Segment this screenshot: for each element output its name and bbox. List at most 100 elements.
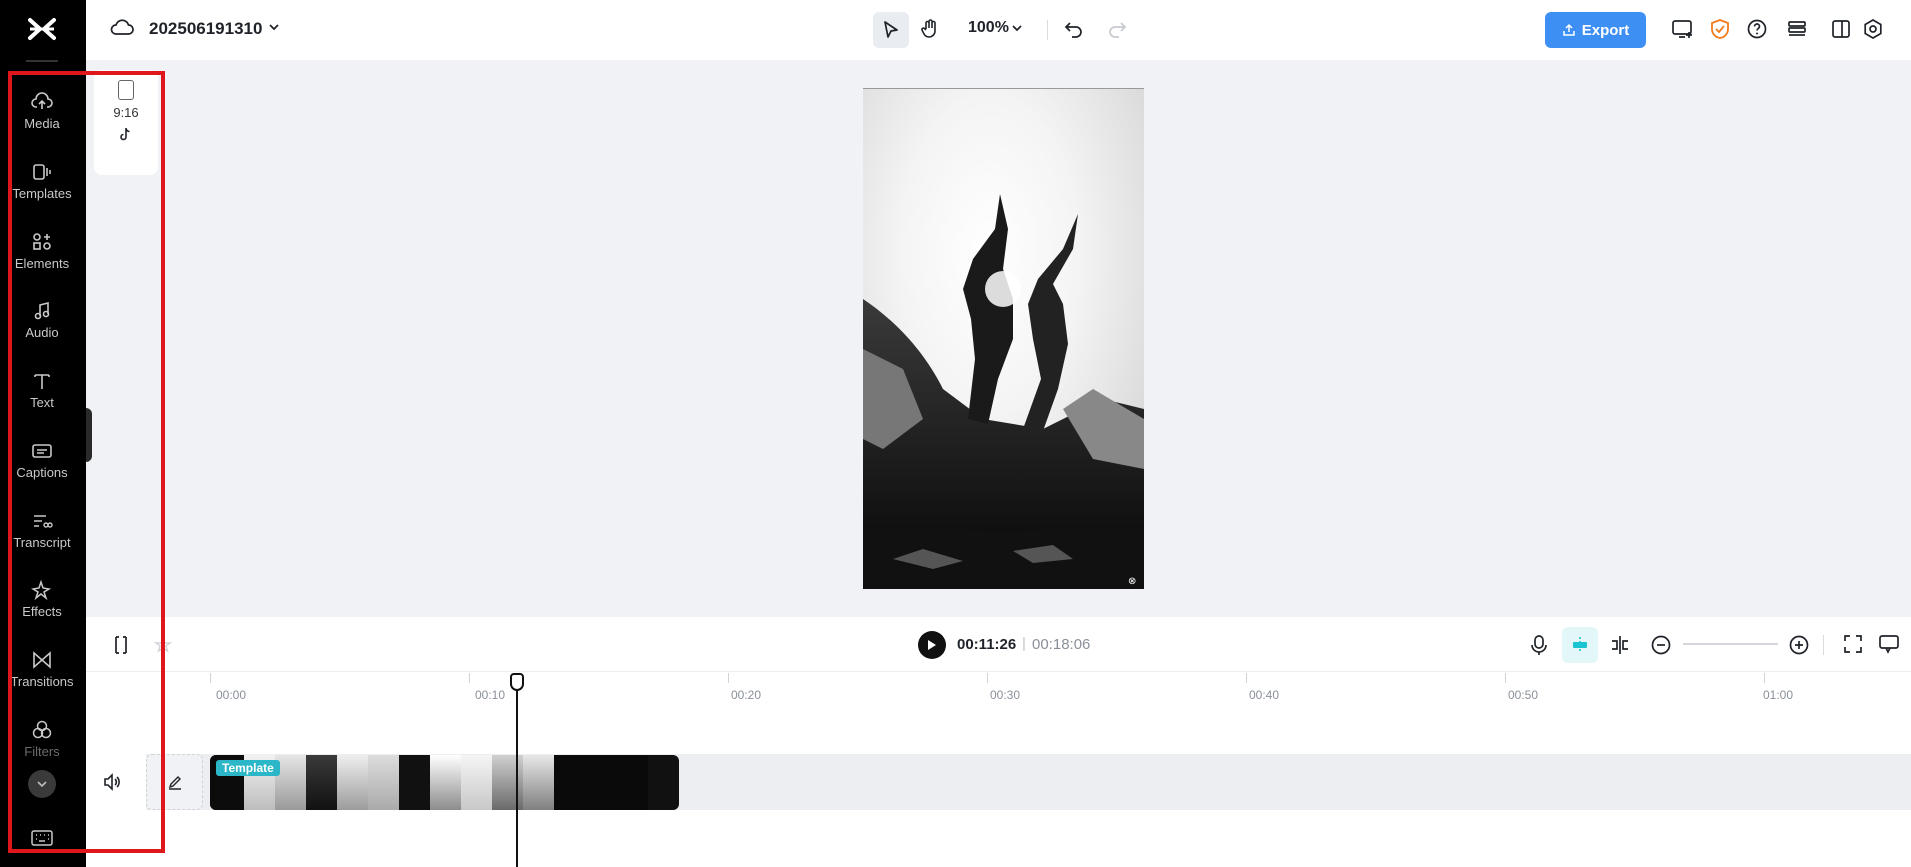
music-note-icon <box>34 301 50 320</box>
left-sidebar: Media Templates Elements Audio Text Capt… <box>0 0 86 867</box>
templates-icon <box>33 164 51 180</box>
elements-icon <box>33 233 51 250</box>
sidebar-item-label: Media <box>24 116 60 131</box>
editor-app: Media Templates Elements Audio Text Capt… <box>0 0 1911 867</box>
sidebar-item-label: Transcript <box>13 535 71 550</box>
magnet-snap-icon <box>1573 637 1587 653</box>
clip-thumbnail <box>461 755 492 810</box>
volume-icon[interactable] <box>102 773 122 791</box>
split-align-icon[interactable] <box>1609 634 1631 656</box>
zoom-level[interactable]: 100% <box>968 19 1009 37</box>
logo-divider <box>26 60 58 62</box>
effects-icon <box>31 580 52 600</box>
help-icon[interactable] <box>1746 18 1768 40</box>
tiktok-icon <box>120 127 130 141</box>
layers-icon[interactable] <box>1786 18 1808 40</box>
microphone-icon[interactable] <box>1530 634 1548 656</box>
timeline-toolbar: 00:11:26 | 00:18:06 <box>86 617 1911 672</box>
clip-thumbnail <box>492 755 523 810</box>
aspect-ratio-selector[interactable]: 9:16 <box>94 70 158 175</box>
split-tool-icon[interactable] <box>112 635 130 655</box>
tick-label: 00:30 <box>990 688 1021 702</box>
redo-icon[interactable] <box>1107 19 1129 39</box>
sidebar-item-audio[interactable]: Audio <box>0 295 84 357</box>
text-icon <box>34 374 50 389</box>
project-name[interactable]: 202506191310 <box>149 19 262 39</box>
sidebar-item-media[interactable]: Media <box>0 86 84 148</box>
video-preview[interactable]: ⊗ <box>863 88 1144 589</box>
sidebar-item-label: Filters <box>24 744 60 759</box>
capcut-logo[interactable] <box>26 14 58 44</box>
sidebar-item-elements[interactable]: Elements <box>0 226 84 288</box>
keyboard-icon[interactable] <box>30 829 54 847</box>
upload-icon <box>1562 23 1575 36</box>
sidebar-item-label: Templates <box>12 186 72 201</box>
tick-label: 00:50 <box>1508 688 1539 702</box>
zoom-in-icon[interactable] <box>1788 634 1810 656</box>
sidebar-item-transcript[interactable]: Transcript <box>0 505 84 567</box>
tick-label: 00:10 <box>475 688 506 702</box>
captions-icon <box>32 444 52 458</box>
clip-thumbnail <box>585 755 616 810</box>
playhead-line <box>516 673 518 867</box>
export-button[interactable]: Export <box>1545 12 1646 48</box>
zoom-out-icon[interactable] <box>1650 634 1672 656</box>
watermark-mark: ⊗ <box>1128 576 1136 587</box>
auto-snap-toggle[interactable] <box>1562 627 1598 663</box>
sidebar-item-label: Captions <box>16 465 68 480</box>
clip-thumbnail <box>430 755 461 810</box>
clip-thumbnail <box>523 755 554 810</box>
canvas-area: 9:16 ⊗ <box>86 60 1911 617</box>
video-clip[interactable]: Template <box>210 755 679 810</box>
clip-thumbnail <box>616 755 648 810</box>
timeline-panel: 00:11:26 | 00:18:06 00:00 00:10 00:20 00… <box>86 617 1911 867</box>
transitions-icon <box>33 651 51 669</box>
timeline-ruler[interactable]: 00:00 00:10 00:20 00:30 00:40 00:50 01:0… <box>86 673 1911 713</box>
top-bar: 202506191310 100% Export <box>86 0 1911 60</box>
chevron-down-icon[interactable] <box>267 20 281 34</box>
panel-collapse-handle[interactable] <box>86 408 92 462</box>
sidebar-more-button[interactable] <box>28 770 56 798</box>
select-tool-button[interactable] <box>873 12 909 48</box>
tick-label: 00:40 <box>1249 688 1280 702</box>
shield-check-icon[interactable] <box>1709 18 1731 40</box>
clip-thumbnail <box>399 755 430 810</box>
feedback-icon[interactable] <box>1878 634 1900 654</box>
hand-tool-icon[interactable] <box>919 18 941 40</box>
filters-icon <box>32 720 52 739</box>
undo-icon[interactable] <box>1062 19 1084 39</box>
sidebar-item-filters[interactable]: Filters <box>0 714 84 776</box>
sidebar-item-label: Text <box>30 395 54 410</box>
playhead-handle[interactable] <box>510 673 524 691</box>
tick-label: 00:20 <box>731 688 762 702</box>
template-tag: Template <box>216 760 280 776</box>
gear-icon[interactable] <box>1862 18 1884 40</box>
timeline-zoom-slider[interactable] <box>1683 643 1778 645</box>
transcript-icon <box>34 515 53 528</box>
sidebar-item-text[interactable]: Text <box>0 365 84 427</box>
panel-layout-icon[interactable] <box>1830 18 1852 40</box>
chevron-down-icon <box>37 781 47 788</box>
clip-thumbnail <box>368 755 399 810</box>
sidebar-item-templates[interactable]: Templates <box>0 156 84 218</box>
clip-thumbnail <box>306 755 337 810</box>
sidebar-item-transitions[interactable]: Transitions <box>0 644 84 706</box>
star-icon[interactable] <box>154 636 172 654</box>
screen-present-icon[interactable] <box>1671 18 1695 40</box>
cloud-sync-icon[interactable] <box>110 18 134 38</box>
current-time: 00:11:26 <box>957 636 1017 653</box>
clip-thumbnail <box>337 755 368 810</box>
sidebar-item-captions[interactable]: Captions <box>0 435 84 497</box>
edit-cover-button[interactable] <box>146 754 203 810</box>
play-button[interactable] <box>918 631 946 659</box>
sidebar-item-effects[interactable]: Effects <box>0 574 84 636</box>
preview-image: ⊗ <box>863 89 1144 589</box>
pencil-icon <box>168 776 181 790</box>
sidebar-item-label: Transitions <box>10 674 74 689</box>
toolbar-divider <box>1047 20 1048 40</box>
play-icon <box>928 640 936 650</box>
fullscreen-icon[interactable] <box>1843 634 1863 654</box>
chevron-down-icon[interactable] <box>1011 22 1023 34</box>
toolbar-divider <box>1823 635 1824 655</box>
tick-label: 01:00 <box>1763 688 1794 702</box>
